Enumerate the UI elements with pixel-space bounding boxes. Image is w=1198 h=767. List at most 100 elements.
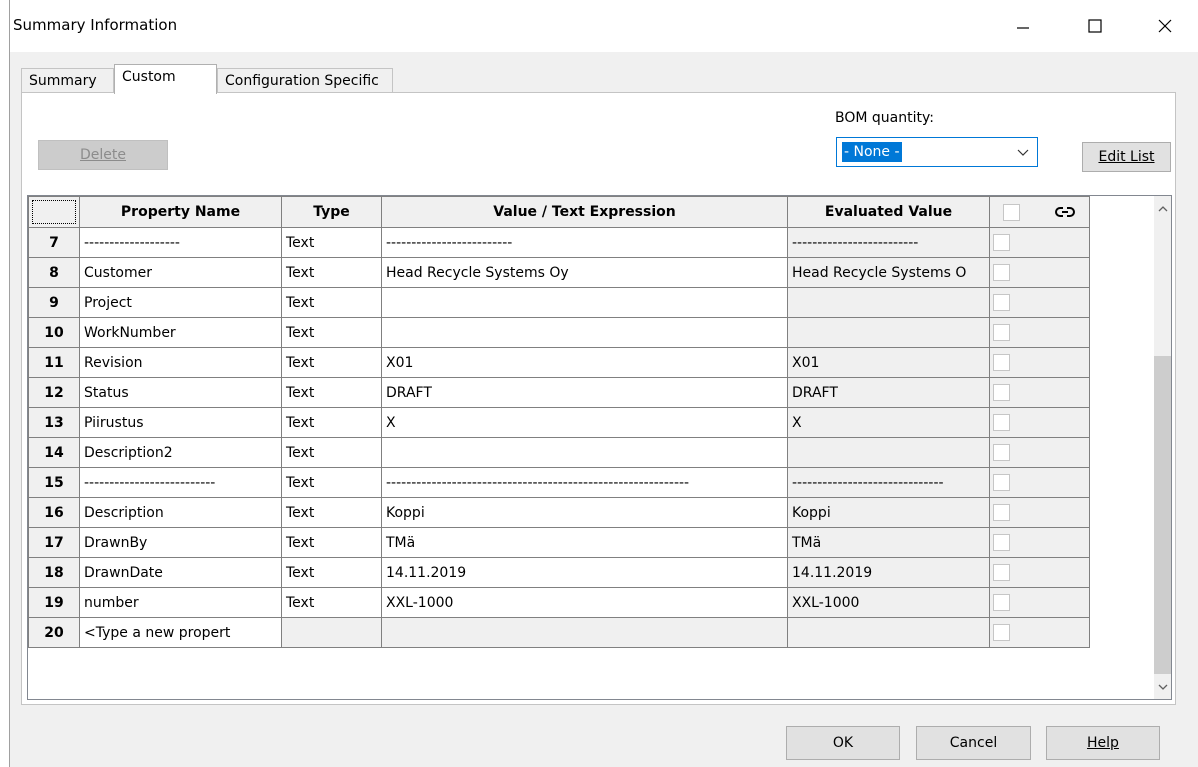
row-checkbox[interactable] (993, 474, 1010, 491)
edit-list-button[interactable]: Edit List (1082, 142, 1171, 172)
row-checkbox[interactable] (993, 594, 1010, 611)
table-row[interactable]: 13 Piirustus Text X X (28, 407, 1090, 438)
header-evaluated-value[interactable]: Evaluated Value (787, 196, 990, 228)
property-name-cell[interactable]: Revision (79, 347, 282, 378)
value-expression-cell[interactable]: Head Recycle Systems Oy (381, 257, 788, 288)
maximize-button[interactable] (1072, 0, 1118, 52)
type-cell[interactable]: Text (281, 287, 382, 318)
header-link-column[interactable] (989, 196, 1090, 228)
link-checkbox-cell (989, 257, 1090, 288)
value-expression-cell[interactable]: DRAFT (381, 377, 788, 408)
value-expression-cell[interactable] (381, 287, 788, 318)
scroll-up-arrow[interactable] (1154, 200, 1171, 217)
row-checkbox[interactable] (993, 534, 1010, 551)
type-cell[interactable]: Text (281, 587, 382, 618)
property-name-cell[interactable]: number (79, 587, 282, 618)
table-row[interactable]: 19 number Text XXL-1000 XXL-1000 (28, 587, 1090, 618)
help-button[interactable]: Help (1046, 726, 1160, 760)
value-expression-cell[interactable]: ------------------------- (381, 227, 788, 258)
scrollbar-thumb[interactable] (1154, 356, 1171, 674)
property-name-cell[interactable]: Description (79, 497, 282, 528)
value-expression-cell[interactable]: TMä (381, 527, 788, 558)
property-name-cell[interactable]: -------------------------- (79, 467, 282, 498)
row-checkbox[interactable] (993, 564, 1010, 581)
property-name-cell[interactable]: Piirustus (79, 407, 282, 438)
table-row[interactable]: 15 -------------------------- Text --------… (28, 467, 1090, 498)
table-row[interactable]: 20 <Type a new propert (28, 617, 1090, 648)
type-cell[interactable]: Text (281, 347, 382, 378)
type-cell[interactable]: Text (281, 317, 382, 348)
table-row[interactable]: 18 DrawnDate Text 14.11.2019 14.11.2019 (28, 557, 1090, 588)
value-expression-cell[interactable]: X01 (381, 347, 788, 378)
vertical-scrollbar[interactable] (1154, 196, 1171, 699)
row-checkbox[interactable] (993, 444, 1010, 461)
evaluated-value-cell (787, 287, 990, 318)
select-all-checkbox[interactable] (1002, 203, 1020, 221)
value-expression-cell[interactable]: 14.11.2019 (381, 557, 788, 588)
type-cell[interactable]: Text (281, 257, 382, 288)
value-expression-cell[interactable]: Koppi (381, 497, 788, 528)
property-name-cell[interactable]: DrawnBy (79, 527, 282, 558)
table-row[interactable]: 16 Description Text Koppi Koppi (28, 497, 1090, 528)
table-row[interactable]: 14 Description2 Text (28, 437, 1090, 468)
delete-button[interactable]: Delete (38, 140, 168, 170)
property-name-cell[interactable]: Description2 (79, 437, 282, 468)
type-cell[interactable]: Text (281, 227, 382, 258)
row-checkbox[interactable] (993, 264, 1010, 281)
row-checkbox[interactable] (993, 234, 1010, 251)
header-value-text-expression[interactable]: Value / Text Expression (381, 196, 788, 228)
table-row[interactable]: 12 Status Text DRAFT DRAFT (28, 377, 1090, 408)
properties-grid[interactable]: Property Name Type Value / Text Expressi… (27, 195, 1172, 700)
type-cell[interactable]: Text (281, 557, 382, 588)
row-checkbox[interactable] (993, 504, 1010, 521)
type-cell[interactable]: Text (281, 497, 382, 528)
property-name-cell[interactable]: Project (79, 287, 282, 318)
minimize-button[interactable] (1000, 0, 1046, 52)
property-name-cell[interactable]: Status (79, 377, 282, 408)
bom-quantity-select[interactable]: - None - (836, 137, 1038, 167)
table-row[interactable]: 11 Revision Text X01 X01 (28, 347, 1090, 378)
property-name-cell[interactable]: WorkNumber (79, 317, 282, 348)
title-bar[interactable]: Summary Information (10, 0, 1198, 52)
properties-table: Property Name Type Value / Text Expressi… (28, 196, 1090, 648)
type-cell[interactable]: Text (281, 527, 382, 558)
tab-configuration-specific[interactable]: Configuration Specific (217, 68, 393, 92)
header-property-name[interactable]: Property Name (79, 196, 282, 228)
row-checkbox[interactable] (993, 414, 1010, 431)
row-checkbox[interactable] (993, 354, 1010, 371)
row-checkbox[interactable] (993, 324, 1010, 341)
evaluated-value-cell: 14.11.2019 (787, 557, 990, 588)
scroll-down-arrow[interactable] (1154, 678, 1171, 695)
value-expression-cell[interactable]: ----------------------------------------… (381, 467, 788, 498)
type-cell[interactable]: Text (281, 377, 382, 408)
property-name-cell[interactable]: <Type a new propert (79, 617, 282, 648)
value-expression-cell[interactable] (381, 617, 788, 648)
table-row[interactable]: 9 Project Text (28, 287, 1090, 318)
row-checkbox[interactable] (993, 384, 1010, 401)
tab-custom[interactable]: Custom (114, 64, 217, 94)
grid-header-row: Property Name Type Value / Text Expressi… (28, 196, 1090, 228)
table-row[interactable]: 17 DrawnBy Text TMä TMä (28, 527, 1090, 558)
row-checkbox[interactable] (993, 624, 1010, 641)
header-type[interactable]: Type (281, 196, 382, 228)
close-button[interactable] (1142, 0, 1188, 52)
property-name-cell[interactable]: Customer (79, 257, 282, 288)
type-cell[interactable]: Text (281, 407, 382, 438)
type-cell[interactable] (281, 617, 382, 648)
type-cell[interactable]: Text (281, 437, 382, 468)
value-expression-cell[interactable] (381, 317, 788, 348)
type-cell[interactable]: Text (281, 467, 382, 498)
row-checkbox[interactable] (993, 294, 1010, 311)
property-name-cell[interactable]: ------------------- (79, 227, 282, 258)
tab-summary[interactable]: Summary (21, 68, 114, 92)
table-row[interactable]: 10 WorkNumber Text (28, 317, 1090, 348)
value-expression-cell[interactable]: XXL-1000 (381, 587, 788, 618)
grid-corner-cell[interactable] (28, 196, 80, 228)
ok-button[interactable]: OK (786, 726, 900, 760)
table-row[interactable]: 7 ------------------- Text ----------------… (28, 227, 1090, 258)
value-expression-cell[interactable] (381, 437, 788, 468)
property-name-cell[interactable]: DrawnDate (79, 557, 282, 588)
value-expression-cell[interactable]: X (381, 407, 788, 438)
cancel-button[interactable]: Cancel (916, 726, 1031, 760)
table-row[interactable]: 8 Customer Text Head Recycle Systems Oy Head… (28, 257, 1090, 288)
